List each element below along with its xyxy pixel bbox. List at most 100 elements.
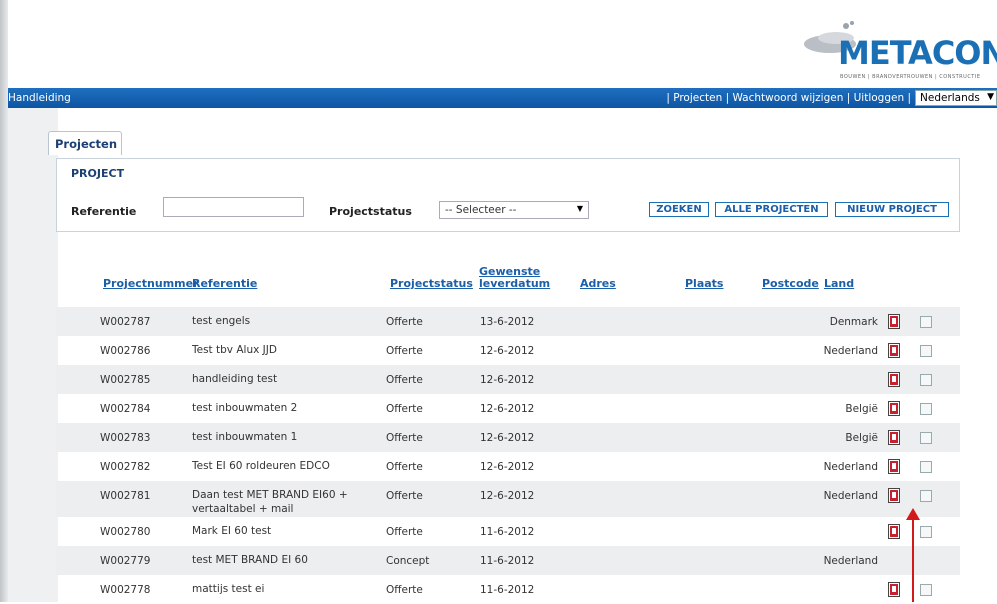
referentie-label: Referentie [71, 205, 137, 218]
pdf-icon[interactable] [888, 401, 900, 416]
header-referentie[interactable]: Referentie [192, 278, 257, 290]
table-row[interactable]: W002783 test inbouwmaten 1 Offerte 12-6-… [56, 423, 960, 452]
cell-referentie: test inbouwmaten 2 [192, 402, 298, 414]
cell-leverdatum: 12-6-2012 [480, 345, 535, 357]
cell-land: Nederland [823, 555, 878, 567]
metacon-logo: METACON BOUWEN | BRANDVERTROUWEN | CONST… [800, 12, 997, 86]
cell-land: Nederland [823, 345, 878, 357]
nav-handleiding-link[interactable]: Handleiding [8, 92, 71, 104]
cell-projectnummer: W002780 [100, 526, 151, 538]
cell-leverdatum: 12-6-2012 [480, 403, 535, 415]
checkbox-icon[interactable] [920, 584, 932, 596]
cell-referentie: test engels [192, 315, 251, 327]
cell-leverdatum: 12-6-2012 [480, 461, 535, 473]
cell-projectstatus: Offerte [386, 432, 423, 444]
cell-projectnummer: W002781 [100, 490, 151, 502]
table-row[interactable]: W002778 mattijs test ei Offerte 11-6-201… [56, 575, 960, 604]
cell-projectnummer: W002787 [100, 316, 151, 328]
cell-projectnummer: W002778 [100, 584, 151, 596]
table-row[interactable]: W002781 Daan test MET BRAND EI60 + verta… [56, 481, 960, 517]
checkbox-icon[interactable] [920, 432, 932, 444]
cell-projectstatus: Offerte [386, 374, 423, 386]
cell-referentie: Test EI 60 roldeuren EDCO [192, 460, 330, 472]
cell-projectstatus: Offerte [386, 490, 423, 502]
cell-projectnummer: W002784 [100, 403, 151, 415]
alle-projecten-button[interactable]: ALLE PROJECTEN [715, 202, 828, 217]
nav-projecten-link[interactable]: | Projecten [666, 92, 722, 104]
checkbox-icon[interactable] [920, 374, 932, 386]
projectstatus-value: -- Selecteer -- [445, 204, 517, 216]
language-value: Nederlands [920, 92, 980, 104]
nav-links: | Projecten | Wachtwoord wijzigen | Uitl… [666, 92, 911, 104]
cell-projectstatus: Offerte [386, 316, 423, 328]
chevron-down-icon: ▼ [987, 92, 994, 102]
cell-referentie: handleiding test [192, 373, 278, 385]
cell-projectnummer: W002786 [100, 345, 151, 357]
cell-projectstatus: Offerte [386, 461, 423, 473]
checkbox-icon[interactable] [920, 345, 932, 357]
checkbox-icon[interactable] [920, 461, 932, 473]
header-postcode[interactable]: Postcode [762, 278, 819, 290]
cell-referentie: mattijs test ei [192, 583, 265, 595]
pdf-icon[interactable] [888, 488, 900, 503]
table-row[interactable]: W002787 test engels Offerte 13-6-2012 De… [56, 307, 960, 336]
cell-referentie: Mark EI 60 test [192, 525, 272, 537]
table-row[interactable]: W002785 handleiding test Offerte 12-6-20… [56, 365, 960, 394]
nieuw-project-button[interactable]: NIEUW PROJECT [835, 202, 949, 217]
cell-projectnummer: W002783 [100, 432, 151, 444]
pdf-icon[interactable] [888, 582, 900, 597]
header-projectnummer[interactable]: Projectnummer [103, 278, 199, 290]
cell-referentie: test MET BRAND EI 60 [192, 554, 308, 566]
project-search-panel: PROJECT Referentie Projectstatus -- Sele… [56, 158, 960, 232]
pdf-icon[interactable] [888, 372, 900, 387]
checkbox-icon[interactable] [920, 403, 932, 415]
tab-projecten[interactable]: Projecten [48, 131, 122, 155]
table-row[interactable]: W002782 Test EI 60 roldeuren EDCO Offert… [56, 452, 960, 481]
cell-projectnummer: W002785 [100, 374, 151, 386]
cell-projectstatus: Offerte [386, 345, 423, 357]
language-select[interactable]: Nederlands ▼ [915, 90, 997, 106]
nav-separator: | [907, 92, 911, 104]
header-projectstatus[interactable]: Projectstatus [390, 278, 473, 290]
cell-leverdatum: 12-6-2012 [480, 490, 535, 502]
nav-uitloggen-link[interactable]: | Uitloggen [847, 92, 904, 104]
pdf-icon[interactable] [888, 524, 900, 539]
cell-leverdatum: 13-6-2012 [480, 316, 535, 328]
cell-referentie: test inbouwmaten 1 [192, 431, 298, 443]
window-left-edge [0, 0, 8, 602]
table-row[interactable]: W002779 test MET BRAND EI 60 Concept 11-… [56, 546, 960, 575]
header-leverdatum[interactable]: Gewenste leverdatum [479, 266, 550, 290]
cell-referentie: Test tbv Alux JJD [192, 344, 277, 356]
chevron-down-icon: ▼ [576, 204, 583, 213]
referentie-input[interactable] [163, 197, 304, 217]
cell-leverdatum: 11-6-2012 [480, 584, 535, 596]
projectstatus-label: Projectstatus [329, 205, 412, 218]
pdf-icon[interactable] [888, 314, 900, 329]
table-row[interactable]: W002784 test inbouwmaten 2 Offerte 12-6-… [56, 394, 960, 423]
cell-projectnummer: W002782 [100, 461, 151, 473]
cell-projectstatus: Offerte [386, 526, 423, 538]
checkbox-icon[interactable] [920, 526, 932, 538]
cell-land: Nederland [823, 461, 878, 473]
top-navigation-bar: Handleiding | Projecten | Wachtwoord wij… [8, 88, 997, 108]
pdf-icon[interactable] [888, 430, 900, 445]
checkbox-icon[interactable] [920, 316, 932, 328]
checkbox-icon[interactable] [920, 490, 932, 502]
header-plaats[interactable]: Plaats [685, 278, 723, 290]
cell-land: Nederland [823, 490, 878, 502]
table-row[interactable]: W002780 Mark EI 60 test Offerte 11-6-201… [56, 517, 960, 546]
zoeken-button[interactable]: ZOEKEN [649, 202, 709, 217]
pdf-icon[interactable] [888, 343, 900, 358]
nav-wachtwoord-link[interactable]: | Wachtwoord wijzigen [726, 92, 844, 104]
cell-leverdatum: 12-6-2012 [480, 374, 535, 386]
cell-land: België [845, 432, 878, 444]
cell-projectstatus: Offerte [386, 403, 423, 415]
table-row[interactable]: W002786 Test tbv Alux JJD Offerte 12-6-2… [56, 336, 960, 365]
cell-referentie: Daan test MET BRAND EI60 + vertaaltabel … [192, 489, 348, 515]
logo-text: METACON [838, 34, 997, 72]
projectstatus-select[interactable]: -- Selecteer -- ▼ [439, 201, 589, 219]
header-adres[interactable]: Adres [580, 278, 616, 290]
header-land[interactable]: Land [824, 278, 854, 290]
pdf-icon[interactable] [888, 459, 900, 474]
cell-projectnummer: W002779 [100, 555, 151, 567]
